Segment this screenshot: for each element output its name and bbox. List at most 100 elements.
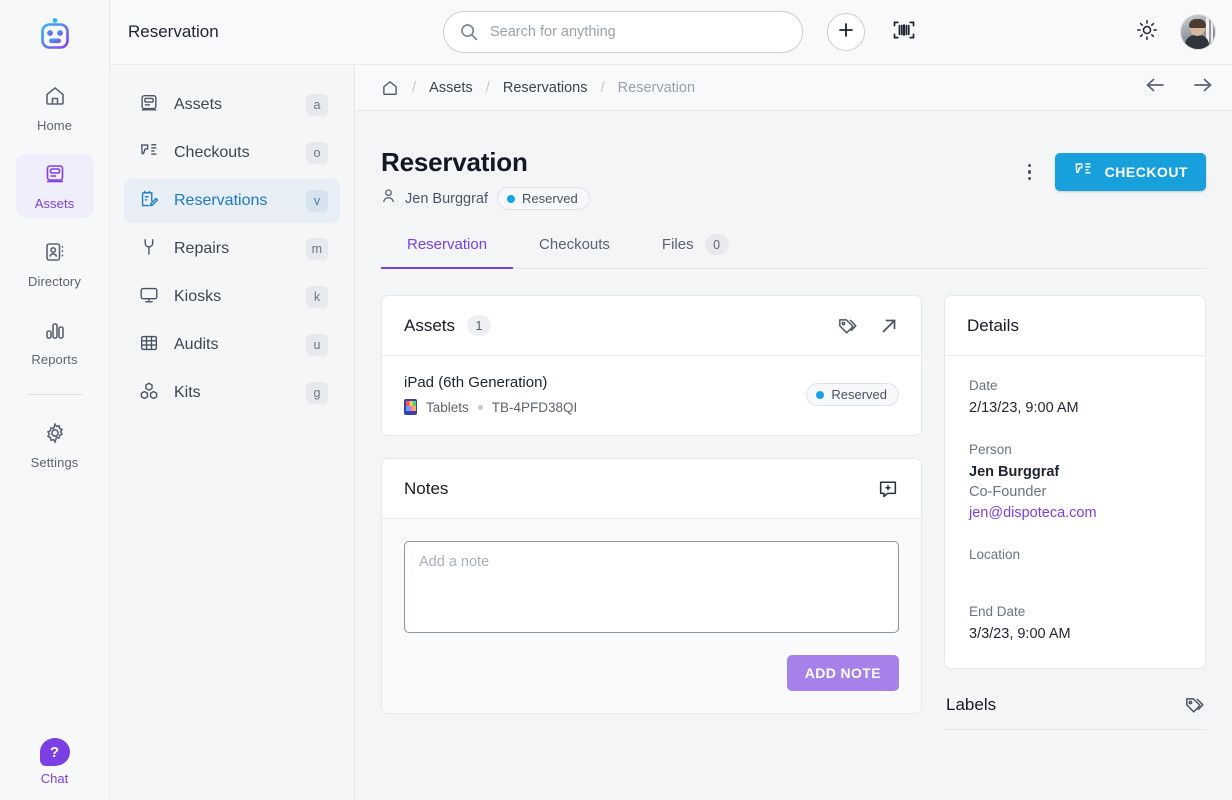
notes-card-title: Notes [404, 478, 449, 498]
shortcut-key: v [306, 190, 328, 212]
assets-card-actions [837, 316, 899, 336]
sidebar-item-label: Settings [30, 454, 79, 470]
detail-person-role: Co-Founder [969, 484, 1047, 500]
tags-icon[interactable] [837, 316, 859, 336]
tab-reservation[interactable]: Reservation [381, 234, 514, 269]
app-root: Home Assets Directory Reports Settings ?… [0, 0, 1232, 800]
grid-table-icon [138, 332, 160, 359]
theme-toggle-button[interactable] [1134, 19, 1160, 45]
back-button[interactable] [1144, 76, 1166, 99]
detail-person-email[interactable]: jen@dispoteca.com [969, 505, 1181, 521]
home-outline-icon[interactable] [381, 79, 399, 97]
avatar-body [1185, 35, 1209, 49]
scanner-list-icon [138, 140, 160, 167]
tab-label: Checkouts [539, 236, 610, 253]
assets-card-header: Assets 1 [382, 296, 921, 356]
person-icon [381, 188, 396, 209]
shortcut-key: u [306, 334, 328, 356]
notes-card-body: ADD NOTE [382, 519, 921, 713]
arrow-right-icon [1192, 76, 1214, 99]
breadcrumb-separator: / [412, 79, 417, 96]
add-note-button[interactable]: ADD NOTE [786, 655, 899, 691]
breadcrumb-item-reservation: Reservation [617, 79, 696, 96]
breadcrumb-separator: / [485, 79, 490, 96]
tab-files[interactable]: Files 0 [636, 234, 755, 268]
sidebar-item-label: Checkouts [174, 144, 250, 161]
detail-label: End Date [969, 604, 1026, 619]
barcode-scan-icon [892, 19, 916, 46]
detail-value-end-date: 3/3/23, 9:00 AM [969, 626, 1071, 642]
status-badge-label: Reserved [831, 387, 887, 402]
sidebar-item-label: Assets [174, 96, 223, 113]
asset-info: iPad (6th Generation) Tablets TB-4PFD38Q… [404, 374, 577, 415]
sidebar-item-directory[interactable]: Directory [16, 232, 94, 296]
monitor-asset-icon [138, 92, 160, 119]
tags-icon[interactable] [1184, 695, 1206, 715]
sidebar-item-repairs[interactable]: Repairs m [124, 227, 340, 271]
sidebar-item-checkouts[interactable]: Checkouts o [124, 131, 340, 175]
add-button[interactable] [827, 13, 865, 51]
barcode-scan-button[interactable] [887, 15, 921, 49]
detail-person-name: Jen Burggraf [969, 464, 1060, 480]
kebab-menu-icon[interactable] [1019, 157, 1041, 187]
assets-card: Assets 1 iPad (6th Generation) Tablets T… [381, 295, 922, 436]
sidebar-item-assets[interactable]: Assets a [124, 83, 340, 127]
notes-card-footer: ADD NOTE [404, 655, 899, 691]
status-badge-label: Reserved [522, 191, 578, 206]
monitor-icon [138, 284, 160, 311]
wrench-icon [138, 236, 160, 263]
sidebar-item-reports[interactable]: Reports [16, 310, 94, 374]
avatar-hair [1189, 19, 1206, 28]
detail-group-person: Person Jen Burggraf Co-Founder jen@dispo… [969, 442, 1181, 521]
sidebar-divider [26, 394, 83, 395]
clipboard-pencil-icon [138, 188, 160, 215]
search-input[interactable] [443, 11, 803, 53]
sidebar-item-settings[interactable]: Settings [16, 413, 94, 477]
status-badge: Reserved [806, 383, 899, 406]
add-comment-icon[interactable] [877, 478, 899, 500]
bar-chart-icon [43, 318, 67, 347]
note-input[interactable] [404, 541, 899, 633]
scanner-list-icon [1073, 161, 1094, 183]
sidebar-item-kiosks[interactable]: Kiosks k [124, 275, 340, 319]
page-header: Reservation Jen Burggraf Reserved CHECKO… [381, 111, 1206, 210]
chat-button[interactable]: ? Chat [0, 738, 109, 786]
sidebar-item-home[interactable]: Home [16, 76, 94, 140]
sidebar-item-assets[interactable]: Assets [15, 154, 94, 218]
chat-label: Chat [40, 771, 69, 786]
tablet-app-icon [404, 399, 417, 415]
table-row[interactable]: iPad (6th Generation) Tablets TB-4PFD38Q… [382, 356, 921, 435]
detail-label: Person [969, 442, 1012, 457]
sun-icon [1136, 19, 1158, 46]
breadcrumb-item-reservations[interactable]: Reservations [503, 80, 588, 96]
sidebar-item-audits[interactable]: Audits u [124, 323, 340, 367]
tab-checkouts[interactable]: Checkouts [513, 234, 636, 268]
notes-card-actions [877, 478, 899, 500]
forward-button[interactable] [1192, 76, 1214, 99]
detail-label: Location [969, 547, 1021, 562]
asset-category: Tablets [426, 399, 469, 415]
main-content: / Assets / Reservations / Reservation Re… [355, 65, 1232, 800]
robot-logo-icon[interactable] [35, 14, 75, 54]
shortcut-key: g [306, 382, 328, 404]
arrow-left-icon [1144, 76, 1166, 99]
page-title: Reservation [381, 147, 528, 177]
avatar[interactable] [1180, 14, 1216, 50]
secondary-sidebar: Assets a Checkouts o Reservations v Repa… [110, 65, 355, 800]
asset-name: iPad (6th Generation) [404, 374, 548, 391]
detail-group-location: Location [969, 547, 1181, 562]
checkout-button[interactable]: CHECKOUT [1054, 153, 1206, 191]
sidebar-item-label: Kits [174, 384, 201, 401]
reservation-person: Jen Burggraf [405, 190, 489, 207]
breadcrumb-item-assets[interactable]: Assets [429, 80, 473, 96]
search-icon [459, 22, 479, 47]
content-columns: Assets 1 iPad (6th Generation) Tablets T… [381, 295, 1206, 730]
page-body: Reservation Jen Burggraf Reserved CHECKO… [355, 111, 1232, 800]
body-row: Assets a Checkouts o Reservations v Repa… [110, 65, 1232, 800]
sidebar-item-kits[interactable]: Kits g [124, 371, 340, 415]
arrow-up-right-icon[interactable] [879, 316, 899, 336]
sidebar-item-reservations[interactable]: Reservations v [124, 179, 340, 223]
shortcut-key: a [306, 94, 328, 116]
sidebar-item-label: Kiosks [174, 288, 222, 305]
detail-label: Date [969, 378, 998, 393]
